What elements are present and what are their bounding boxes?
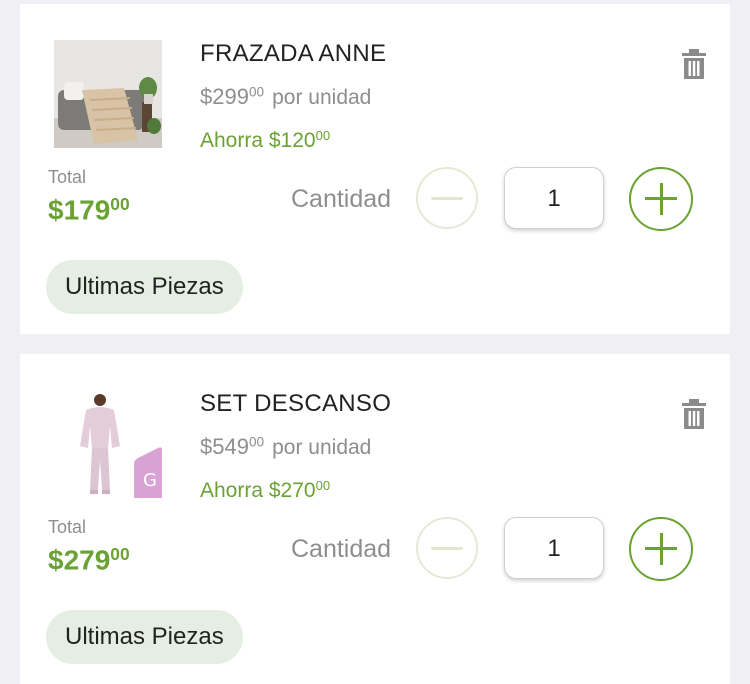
savings-amount: Ahorra $120 [200, 129, 316, 153]
per-unit-label: por unidad [272, 86, 372, 109]
product-name[interactable]: FRAZADA ANNE [200, 40, 386, 68]
cart-item-card: FRAZADA ANNE $29900 por unidad Ahorra $12… [20, 4, 730, 334]
product-image[interactable] [54, 40, 162, 148]
savings-label: Ahorra $12000 [200, 128, 330, 153]
total-amount: $279 [48, 544, 111, 576]
total-cents: 00 [110, 544, 130, 564]
quantity-field[interactable]: 1 [504, 517, 604, 579]
unit-price: $29900 por unidad [200, 84, 371, 110]
stock-badge: Ultimas Piezas [46, 610, 243, 664]
total-price: $27900 [48, 544, 130, 577]
quantity-label: Cantidad [291, 185, 392, 213]
stock-badge: Ultimas Piezas [46, 260, 243, 314]
decrease-quantity-button[interactable] [416, 517, 478, 579]
total-label: Total [48, 517, 87, 537]
trash-icon[interactable] [680, 398, 708, 430]
unit-price-amount: $299 [200, 84, 249, 109]
product-name[interactable]: SET DESCANSO [200, 390, 391, 418]
increase-quantity-button[interactable] [629, 167, 693, 231]
total-amount: $179 [48, 194, 111, 226]
size-tag: G [143, 470, 157, 491]
decrease-quantity-button[interactable] [416, 167, 478, 229]
total-label: Total [48, 167, 87, 187]
per-unit-label: por unidad [272, 436, 372, 459]
savings-cents: 00 [315, 128, 331, 143]
quantity-label: Cantidad [291, 535, 392, 563]
increase-quantity-button[interactable] [629, 517, 693, 581]
unit-price-cents: 00 [248, 84, 265, 100]
quantity-field[interactable]: 1 [504, 167, 604, 229]
unit-price-amount: $549 [200, 434, 249, 459]
savings-cents: 00 [315, 478, 331, 493]
unit-price: $54900 por unidad [200, 434, 371, 460]
total-price: $17900 [48, 194, 130, 227]
product-image[interactable]: G [54, 390, 162, 498]
savings-label: Ahorra $27000 [200, 478, 330, 503]
cart-item-card: G SET DESCANSO $54900 por unidad Ahorra $… [20, 354, 730, 684]
total-cents: 00 [110, 194, 130, 214]
unit-price-cents: 00 [248, 434, 265, 450]
savings-amount: Ahorra $270 [200, 479, 316, 503]
trash-icon[interactable] [680, 48, 708, 80]
